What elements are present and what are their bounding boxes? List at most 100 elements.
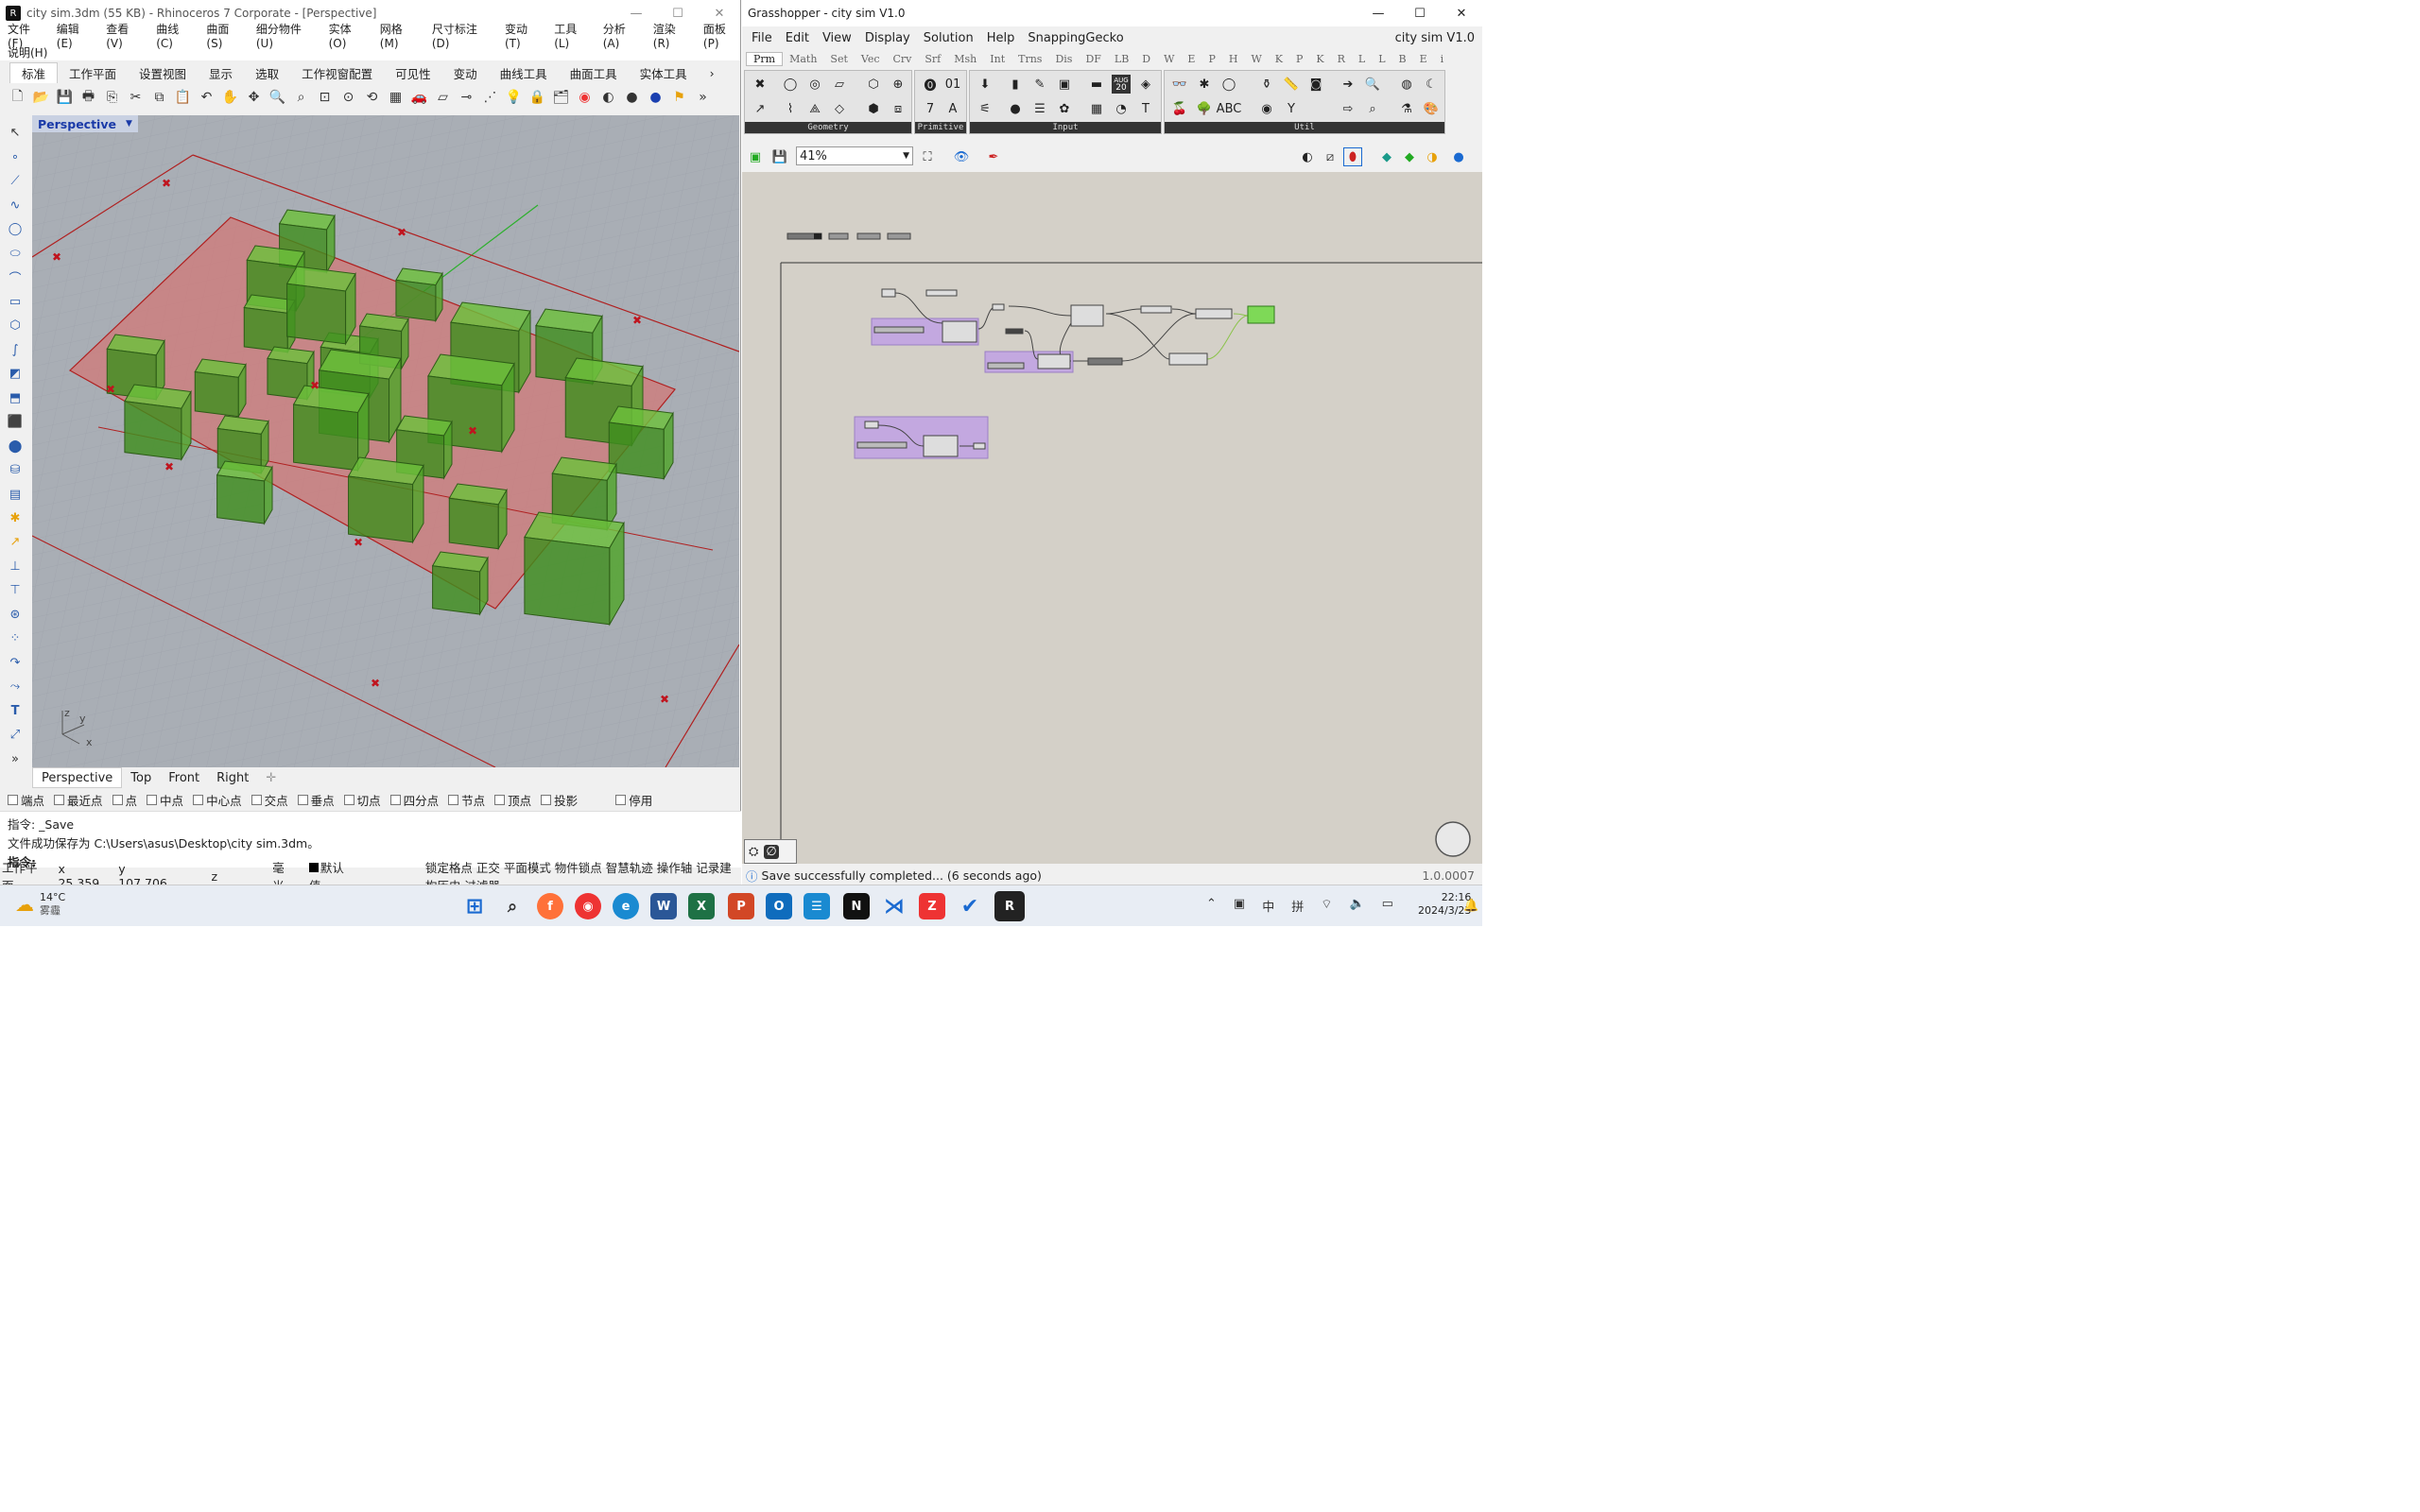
four-views-icon[interactable]: ▦ — [386, 88, 406, 108]
osnap-checkbox[interactable]: 垂点 — [297, 791, 335, 809]
zoom-extents-icon[interactable]: ⊡ — [315, 88, 335, 108]
export-icon[interactable]: ⎘ — [102, 88, 122, 108]
osnap-checkbox[interactable]: 切点 — [343, 791, 381, 809]
fillet-icon[interactable]: ↷ — [5, 653, 26, 673]
circle-param-icon[interactable]: ◯ — [781, 75, 800, 94]
open-file-icon[interactable]: 📂 — [31, 88, 51, 108]
clock-icon[interactable]: ◔ — [1112, 99, 1131, 118]
wire-preview-icon[interactable]: ⧄ — [1321, 147, 1340, 166]
color-wheel-icon[interactable]: ◉ — [575, 88, 595, 108]
gh-tab[interactable]: D — [1135, 53, 1157, 65]
calendar-icon[interactable]: AUG 20 — [1112, 75, 1131, 94]
data-input-icon[interactable]: ⬇ — [976, 75, 994, 94]
menu-item[interactable]: 工具(L) — [554, 21, 591, 50]
field-param-icon[interactable]: ⊕ — [889, 75, 908, 94]
gh-tab[interactable]: L — [1352, 53, 1372, 65]
explode-icon[interactable]: ⁘ — [5, 628, 26, 648]
osnap-checkbox[interactable]: 投影 — [541, 791, 578, 809]
menu-item[interactable]: 细分物件(U) — [256, 21, 317, 50]
menu-item[interactable]: 说明(H) — [8, 44, 47, 60]
notion-icon[interactable]: N — [843, 893, 870, 919]
gh-tab[interactable]: W — [1244, 53, 1268, 65]
viewport-tab[interactable]: Top — [122, 771, 160, 785]
gh-tab[interactable]: i — [1434, 53, 1451, 65]
gh-tab[interactable]: Int — [983, 53, 1011, 65]
colour-swatch-icon[interactable]: ◈ — [1136, 75, 1155, 94]
arc-icon[interactable]: ⌒ — [5, 267, 26, 287]
outlook-icon[interactable]: O — [766, 893, 792, 919]
menu-item[interactable]: 分析(A) — [603, 21, 641, 50]
toolbar-tab[interactable]: 变动 — [442, 62, 489, 83]
plane-param-icon[interactable]: ⬢ — [864, 99, 883, 118]
osnap-checkbox[interactable]: 节点 — [448, 791, 485, 809]
display-sphere-icon[interactable]: ● — [1449, 147, 1468, 166]
toolbar-tab[interactable]: 选取 — [244, 62, 290, 83]
cut-icon[interactable]: ✂ — [126, 88, 146, 108]
zotero-icon[interactable]: Z — [919, 893, 945, 919]
viewport-tab[interactable]: Right — [208, 771, 257, 785]
number-param-icon[interactable]: 7 — [921, 99, 940, 118]
gh-comp-slider-b[interactable] — [873, 326, 925, 334]
paste-icon[interactable]: 📋 — [173, 88, 193, 108]
toolbar-tab[interactable]: 实体工具 — [629, 62, 699, 83]
box-icon[interactable]: ⬛ — [5, 412, 26, 432]
toolbar-tab[interactable]: 标准 — [9, 62, 59, 83]
toolbar-tabs-more-icon[interactable]: › — [699, 62, 726, 83]
search-icon[interactable]: ⌕ — [499, 893, 526, 919]
zoom-level-select[interactable]: 41% ▼ — [796, 146, 913, 165]
gh-tab[interactable]: Srf — [918, 53, 947, 65]
ime-mode[interactable]: 拼 — [1291, 897, 1304, 915]
curve-icon[interactable]: ∿ — [5, 195, 26, 215]
cylinder-icon[interactable]: ⛁ — [5, 460, 26, 480]
undo-view-icon[interactable]: ⟲ — [362, 88, 382, 108]
gh-menu-item[interactable]: Help — [987, 31, 1015, 45]
pan-icon[interactable]: ✋ — [220, 88, 240, 108]
panel-icon[interactable]: ✎ — [1030, 75, 1049, 94]
jump-icon[interactable]: ◯ — [1219, 75, 1238, 94]
sphere-icon[interactable]: ⬤ — [5, 436, 26, 455]
gh-menu-item[interactable]: SnappingGecko — [1028, 31, 1123, 45]
gh-comp-small-2[interactable] — [1140, 305, 1172, 314]
color-preview-icon[interactable]: ◑ — [1423, 147, 1442, 166]
render-sphere-icon[interactable]: ● — [622, 88, 642, 108]
battery-icon[interactable]: ▭ — [1382, 897, 1393, 915]
zoom-icon[interactable]: 🔍 — [268, 88, 287, 108]
osnap-checkbox[interactable]: 点 — [112, 791, 137, 809]
gh-tab[interactable]: E — [1181, 53, 1201, 65]
surface-icon[interactable]: ◩ — [5, 364, 26, 384]
toolbar-tab[interactable]: 曲面工具 — [559, 62, 629, 83]
gh-tab[interactable]: Math — [783, 53, 823, 65]
toolbar-tab[interactable]: 工作平面 — [58, 62, 128, 83]
gh-menu-item[interactable]: Edit — [786, 31, 809, 45]
gh-comp-slider-c[interactable] — [987, 362, 1025, 369]
gh-comp-small-1[interactable] — [992, 303, 1005, 311]
image-sampler-icon[interactable]: ▦ — [1087, 99, 1106, 118]
gh-comp-input[interactable] — [881, 288, 896, 298]
blend-icon[interactable]: ⤳ — [5, 677, 26, 696]
more-tools-icon[interactable]: » — [693, 88, 713, 108]
mesh-icon[interactable]: ▤ — [5, 484, 26, 504]
gh-comp-output-2[interactable] — [973, 442, 986, 450]
radar-icon[interactable]: ⛭ — [749, 845, 758, 859]
gh-comp-input-2[interactable] — [864, 421, 879, 429]
rectangle-icon[interactable]: ▭ — [5, 291, 26, 311]
cluster-icon[interactable]: ✱ — [1195, 75, 1214, 94]
gh-maximize-button[interactable]: ☐ — [1399, 0, 1441, 26]
geometry-param-icon[interactable]: ✖ — [751, 75, 769, 94]
brep-param-icon[interactable]: ◎ — [805, 75, 824, 94]
todo-icon[interactable]: ✔ — [957, 893, 983, 919]
gh-open-icon[interactable]: ▣ — [746, 147, 765, 166]
graph-mapper-icon[interactable]: ⚟ — [976, 99, 994, 118]
save-icon[interactable]: 💾 — [55, 88, 75, 108]
gh-tab[interactable]: L — [1372, 53, 1392, 65]
text-param-icon[interactable]: A — [943, 99, 962, 118]
expand-toolbar-icon[interactable]: » — [5, 749, 26, 769]
mesh-param-icon[interactable]: ⟁ — [805, 99, 824, 118]
menu-item[interactable]: 尺寸标注(D) — [432, 21, 493, 50]
print-icon[interactable]: 🖶 — [78, 88, 98, 108]
gh-comp-node-1[interactable] — [1070, 304, 1104, 327]
preview-mode-icon[interactable]: ◐ — [1298, 147, 1317, 166]
menu-item[interactable]: 面板(P) — [703, 21, 740, 50]
material-icon[interactable]: ◐ — [598, 88, 618, 108]
zoom-extents-icon[interactable]: ⛶ — [918, 147, 937, 166]
